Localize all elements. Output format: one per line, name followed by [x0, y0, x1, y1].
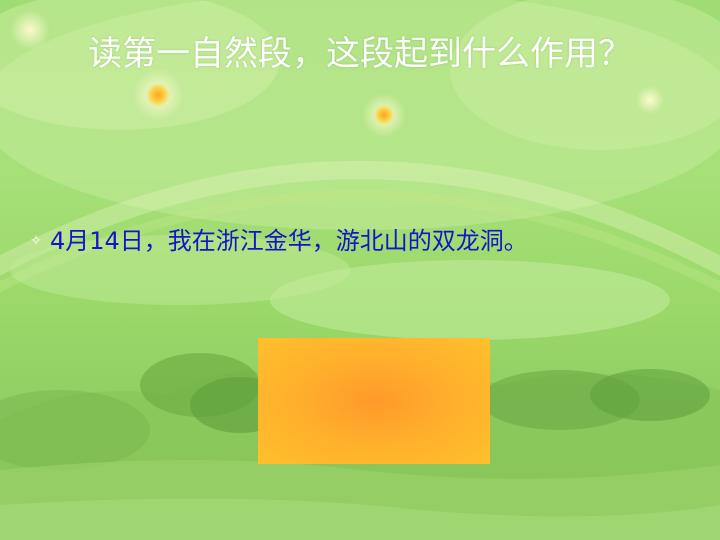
bullet-item: ✧ 4月14日，我在浙江金华，游北山的双龙洞。	[26, 224, 706, 258]
slide-title: 读第一自然段，这段起到什么作用？	[88, 34, 632, 74]
orange-rectangle	[258, 338, 490, 464]
slide: 读第一自然段，这段起到什么作用？ ✧ 4月14日，我在浙江金华，游北山的双龙洞。	[0, 0, 720, 540]
bullet-star-icon: ✧	[30, 233, 42, 249]
bullet-text: 4月14日，我在浙江金华，游北山的双龙洞。	[50, 227, 528, 255]
